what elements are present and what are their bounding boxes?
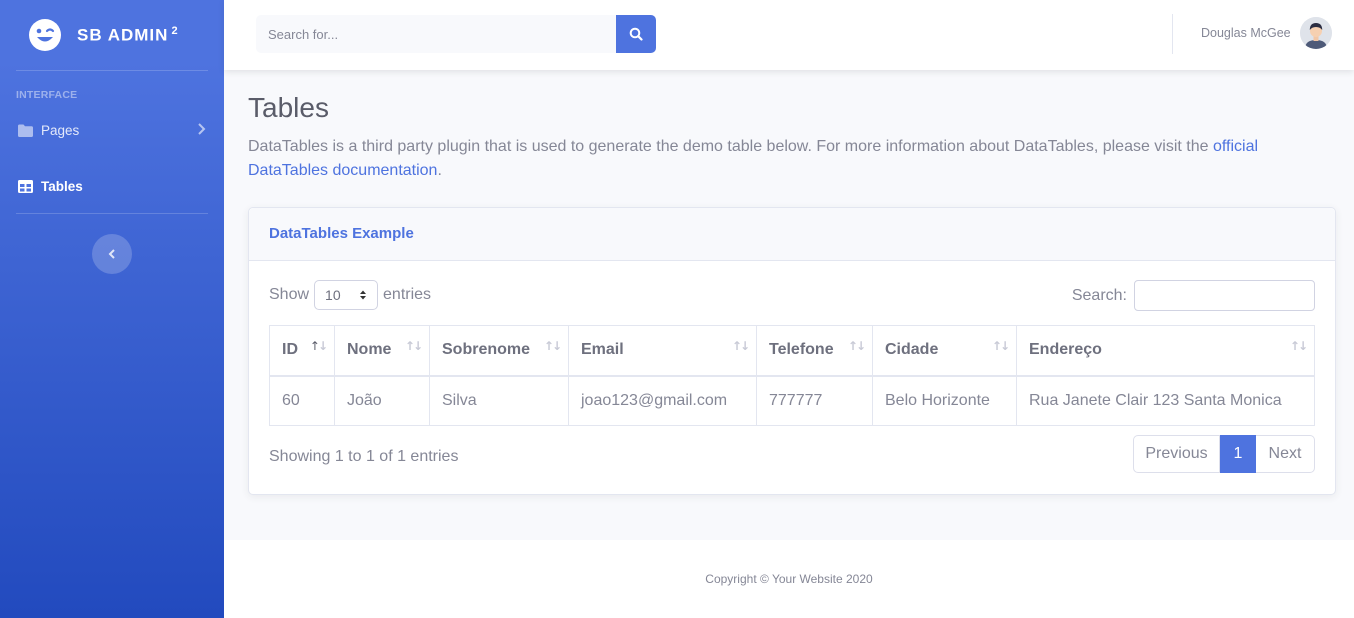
search-input[interactable]	[256, 15, 616, 53]
table-header-row: ID ↑↓ Nome ↑↓ Sobrenome ↑↓ Email ↑↓ Telefone…	[269, 325, 1315, 377]
column-header-nome[interactable]: Nome ↑↓	[334, 325, 430, 377]
page-description: DataTables is a third party plugin that …	[248, 138, 1259, 179]
topbar-divider	[1172, 14, 1173, 54]
table-search-control: Search:	[1072, 280, 1315, 311]
column-header-telefone[interactable]: Telefone ↑↓	[756, 325, 873, 377]
table-row: 60 João Silva joao123@gmail.com 777777 B…	[269, 375, 1315, 426]
table-cell: Silva	[429, 375, 569, 426]
sidebar-item-label: Tables	[41, 178, 83, 194]
column-header-sobrenome[interactable]: Sobrenome ↑↓	[429, 325, 569, 377]
entries-label: entries	[383, 286, 432, 303]
card-title: DataTables Example	[249, 208, 1335, 261]
sort-updown-icon	[360, 290, 367, 300]
page-length-select[interactable]: 10	[314, 280, 379, 310]
show-label: Show	[269, 286, 310, 303]
chevron-right-icon	[198, 123, 206, 135]
search-button[interactable]	[616, 15, 656, 53]
laugh-wink-icon	[29, 19, 61, 51]
previous-button[interactable]: Previous	[1133, 435, 1220, 473]
sort-icon: ↑↓	[404, 339, 423, 353]
pagination: Previous 1 Next	[1133, 435, 1315, 473]
search-label: Search:	[1071, 286, 1127, 304]
column-header-endereco[interactable]: Endereço ↑↓	[1016, 325, 1315, 377]
sidebar-divider	[16, 213, 208, 214]
user-avatar-icon	[1300, 17, 1332, 49]
sidebar-item-label: Pages	[41, 122, 80, 138]
sort-icon: ↑↓	[543, 339, 562, 353]
table-cell: Belo Horizonte	[872, 375, 1017, 426]
sidebar-heading: INTERFACE	[16, 89, 78, 101]
page-length-value: 10	[325, 287, 341, 303]
next-button[interactable]: Next	[1256, 435, 1315, 473]
folder-icon	[18, 124, 33, 137]
sidebar-toggle-button[interactable]	[92, 234, 132, 274]
sidebar-item-tables[interactable]: Tables	[0, 167, 224, 205]
sort-icon: ↑↓	[991, 339, 1010, 353]
sort-icon: ↑↓	[847, 339, 866, 353]
main-content: Tables DataTables is a third party plugi…	[248, 70, 1336, 495]
page-button-1[interactable]: 1	[1220, 435, 1256, 473]
column-header-email[interactable]: Email ↑↓	[568, 325, 757, 377]
table-info: Showing 1 to 1 of 1 entries	[269, 448, 459, 465]
datatable-card: DataTables Example Show 10 entries Searc…	[248, 207, 1336, 495]
sidebar: SB ADMIN 2 INTERFACE Pages Tables	[0, 0, 224, 618]
avatar[interactable]	[1300, 17, 1332, 49]
user-name[interactable]: Douglas McGee	[1201, 26, 1291, 40]
footer: Copyright © Your Website 2020	[224, 540, 1354, 618]
table-cell: 60	[269, 375, 335, 426]
chevron-left-icon	[108, 249, 115, 259]
copyright-text: Copyright © Your Website 2020	[705, 572, 873, 586]
column-header-cidade[interactable]: Cidade ↑↓	[872, 325, 1017, 377]
sort-icon: ↑↓	[309, 339, 328, 353]
table-icon	[18, 179, 33, 193]
data-table: ID ↑↓ Nome ↑↓ Sobrenome ↑↓ Email ↑↓ Telefone…	[269, 325, 1315, 426]
search-icon	[629, 27, 643, 41]
sidebar-brand[interactable]: SB ADMIN 2	[0, 0, 224, 70]
table-search-input[interactable]	[1134, 280, 1315, 311]
sidebar-item-pages[interactable]: Pages	[0, 111, 224, 149]
sort-icon: ↑↓	[731, 339, 750, 353]
topbar-search	[256, 15, 656, 53]
column-header-id[interactable]: ID ↑↓	[269, 325, 335, 377]
sort-icon: ↑↓	[1289, 339, 1308, 353]
table-cell: 777777	[756, 375, 873, 426]
table-cell: joao123@gmail.com	[568, 375, 757, 426]
table-cell: Rua Janete Clair 123 Santa Monica	[1016, 375, 1315, 426]
table-cell: João	[334, 375, 430, 426]
page-title: Tables	[248, 92, 329, 123]
brand-name: SB ADMIN 2	[77, 24, 179, 45]
topbar: Douglas McGee	[224, 0, 1354, 70]
page-length-control: Show 10 entries	[269, 280, 431, 310]
